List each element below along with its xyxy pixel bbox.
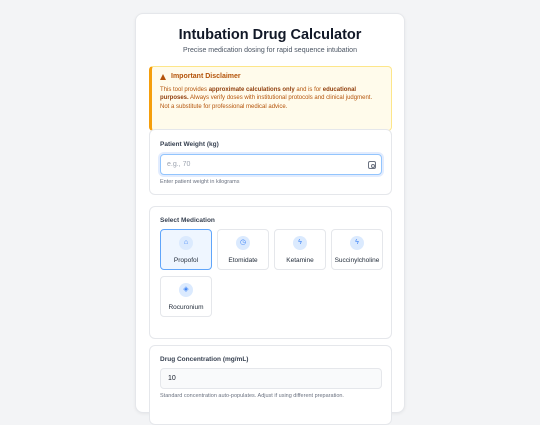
page-subtitle: Precise medication dosing for rapid sequ… — [183, 47, 357, 54]
medication-name: Etomidate — [228, 257, 258, 264]
concentration-section: Drug Concentration (mg/mL) 10 Standard c… — [149, 345, 392, 425]
medication-option-rocuronium[interactable]: ◈ Rocuronium — [160, 276, 212, 317]
scale-icon — [368, 161, 376, 169]
page-title: Intubation Drug Calculator — [178, 27, 362, 43]
medication-option-propofol[interactable]: ⌂ Propofol — [160, 229, 212, 270]
cube-icon: ◈ — [179, 283, 193, 297]
concentration-help: Standard concentration auto-populates. A… — [160, 393, 344, 399]
medication-option-succinylcholine[interactable]: ϟ Succinylcholine — [331, 229, 383, 270]
bolt-icon: ϟ — [350, 236, 364, 250]
weight-label: Patient Weight (kg) — [160, 141, 219, 148]
disclaimer-box: Important Disclaimer This tool provides … — [149, 66, 392, 131]
medication-name: Propofol — [173, 257, 199, 264]
bolt-icon: ϟ — [293, 236, 307, 250]
disclaimer-text: This tool provides approximate calculati… — [160, 86, 383, 111]
disclaimer-title: Important Disclaimer — [171, 73, 241, 80]
clock-icon: ◷ — [236, 236, 250, 250]
medication-option-etomidate[interactable]: ◷ Etomidate — [217, 229, 269, 270]
weight-input[interactable]: e.g., 70 — [160, 154, 382, 175]
disclaimer-emphasis: approximate calculations only — [208, 87, 295, 93]
concentration-label: Drug Concentration (mg/mL) — [160, 356, 249, 363]
medication-name: Succinylcholine — [334, 257, 380, 264]
medication-name: Ketamine — [286, 257, 314, 264]
weight-placeholder: e.g., 70 — [167, 161, 191, 168]
weight-help: Enter patient weight in kilograms — [160, 179, 240, 185]
medication-label: Select Medication — [160, 217, 215, 224]
syringe-icon: ⌂ — [179, 236, 193, 250]
disclaimer-text-part: Always verify doses with institutional p… — [160, 95, 373, 110]
disclaimer-text-part: and is for — [294, 87, 323, 93]
calculator-card: Intubation Drug Calculator Precise medic… — [135, 13, 405, 425]
concentration-value: 10 — [168, 375, 176, 382]
concentration-input[interactable]: 10 — [160, 368, 382, 389]
medication-name: Rocuronium — [168, 304, 204, 311]
medication-option-ketamine[interactable]: ϟ Ketamine — [274, 229, 326, 270]
disclaimer-header: Important Disclaimer — [160, 73, 383, 80]
medication-section: Select Medication ⌂ Propofol ◷ Etomidate… — [149, 206, 392, 339]
disclaimer-text-part: This tool provides — [160, 87, 209, 93]
weight-section: Patient Weight (kg) e.g., 70 Enter patie… — [149, 129, 392, 195]
warning-icon — [160, 73, 166, 80]
